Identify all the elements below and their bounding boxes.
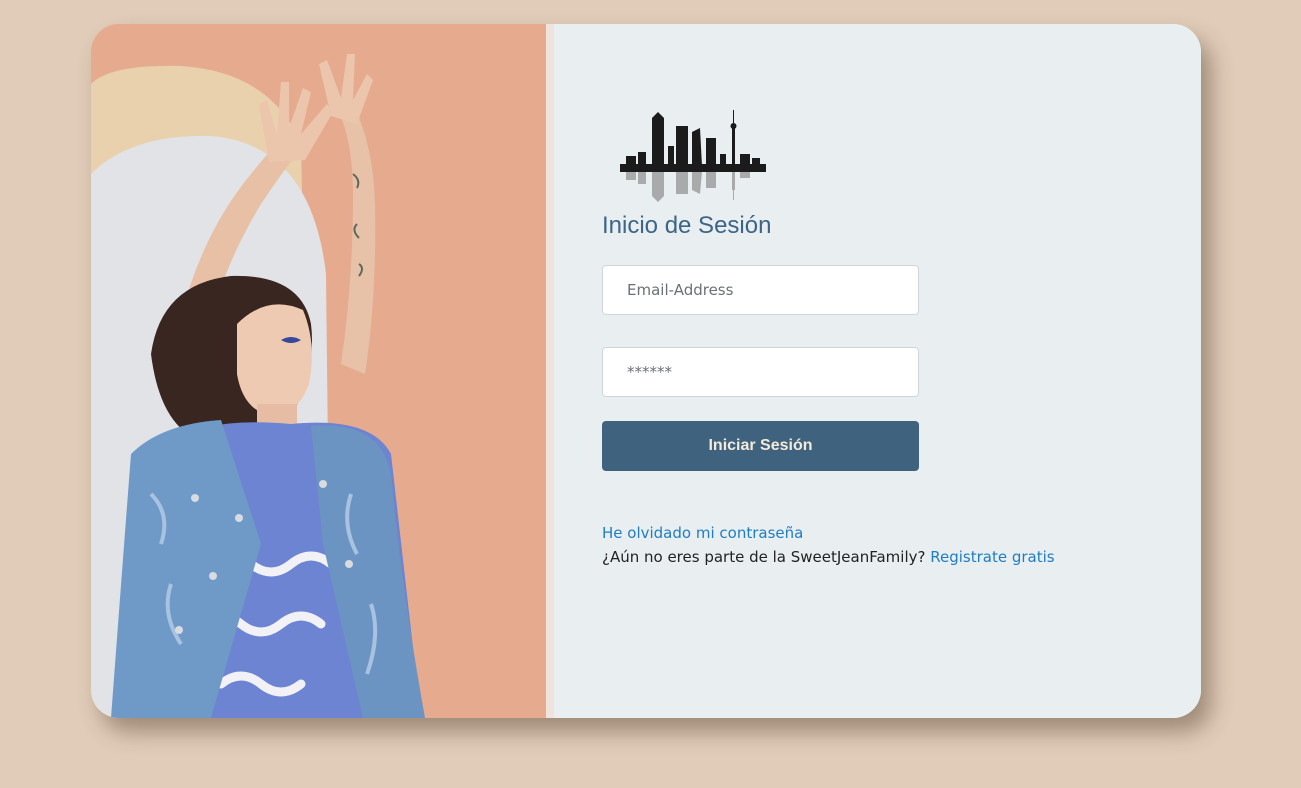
login-button[interactable]: Iniciar Sesión [602,421,919,471]
forgot-password-link[interactable]: He olvidado mi contraseña [602,524,803,542]
login-form-panel: Inicio de Sesión Iniciar Sesión He olvid… [554,24,1201,718]
city-skyline-logo-icon [618,106,768,206]
email-field[interactable] [602,265,919,315]
password-field[interactable] [602,347,919,397]
signup-link[interactable]: Registrate gratis [930,548,1054,566]
account-links: He olvidado mi contraseña ¿Aún no eres p… [602,521,1055,569]
hero-photo [91,24,554,718]
page-title: Inicio de Sesión [602,212,772,239]
login-card: Inicio de Sesión Iniciar Sesión He olvid… [91,24,1201,718]
signup-prompt: ¿Aún no eres parte de la SweetJeanFamily… [602,548,926,566]
